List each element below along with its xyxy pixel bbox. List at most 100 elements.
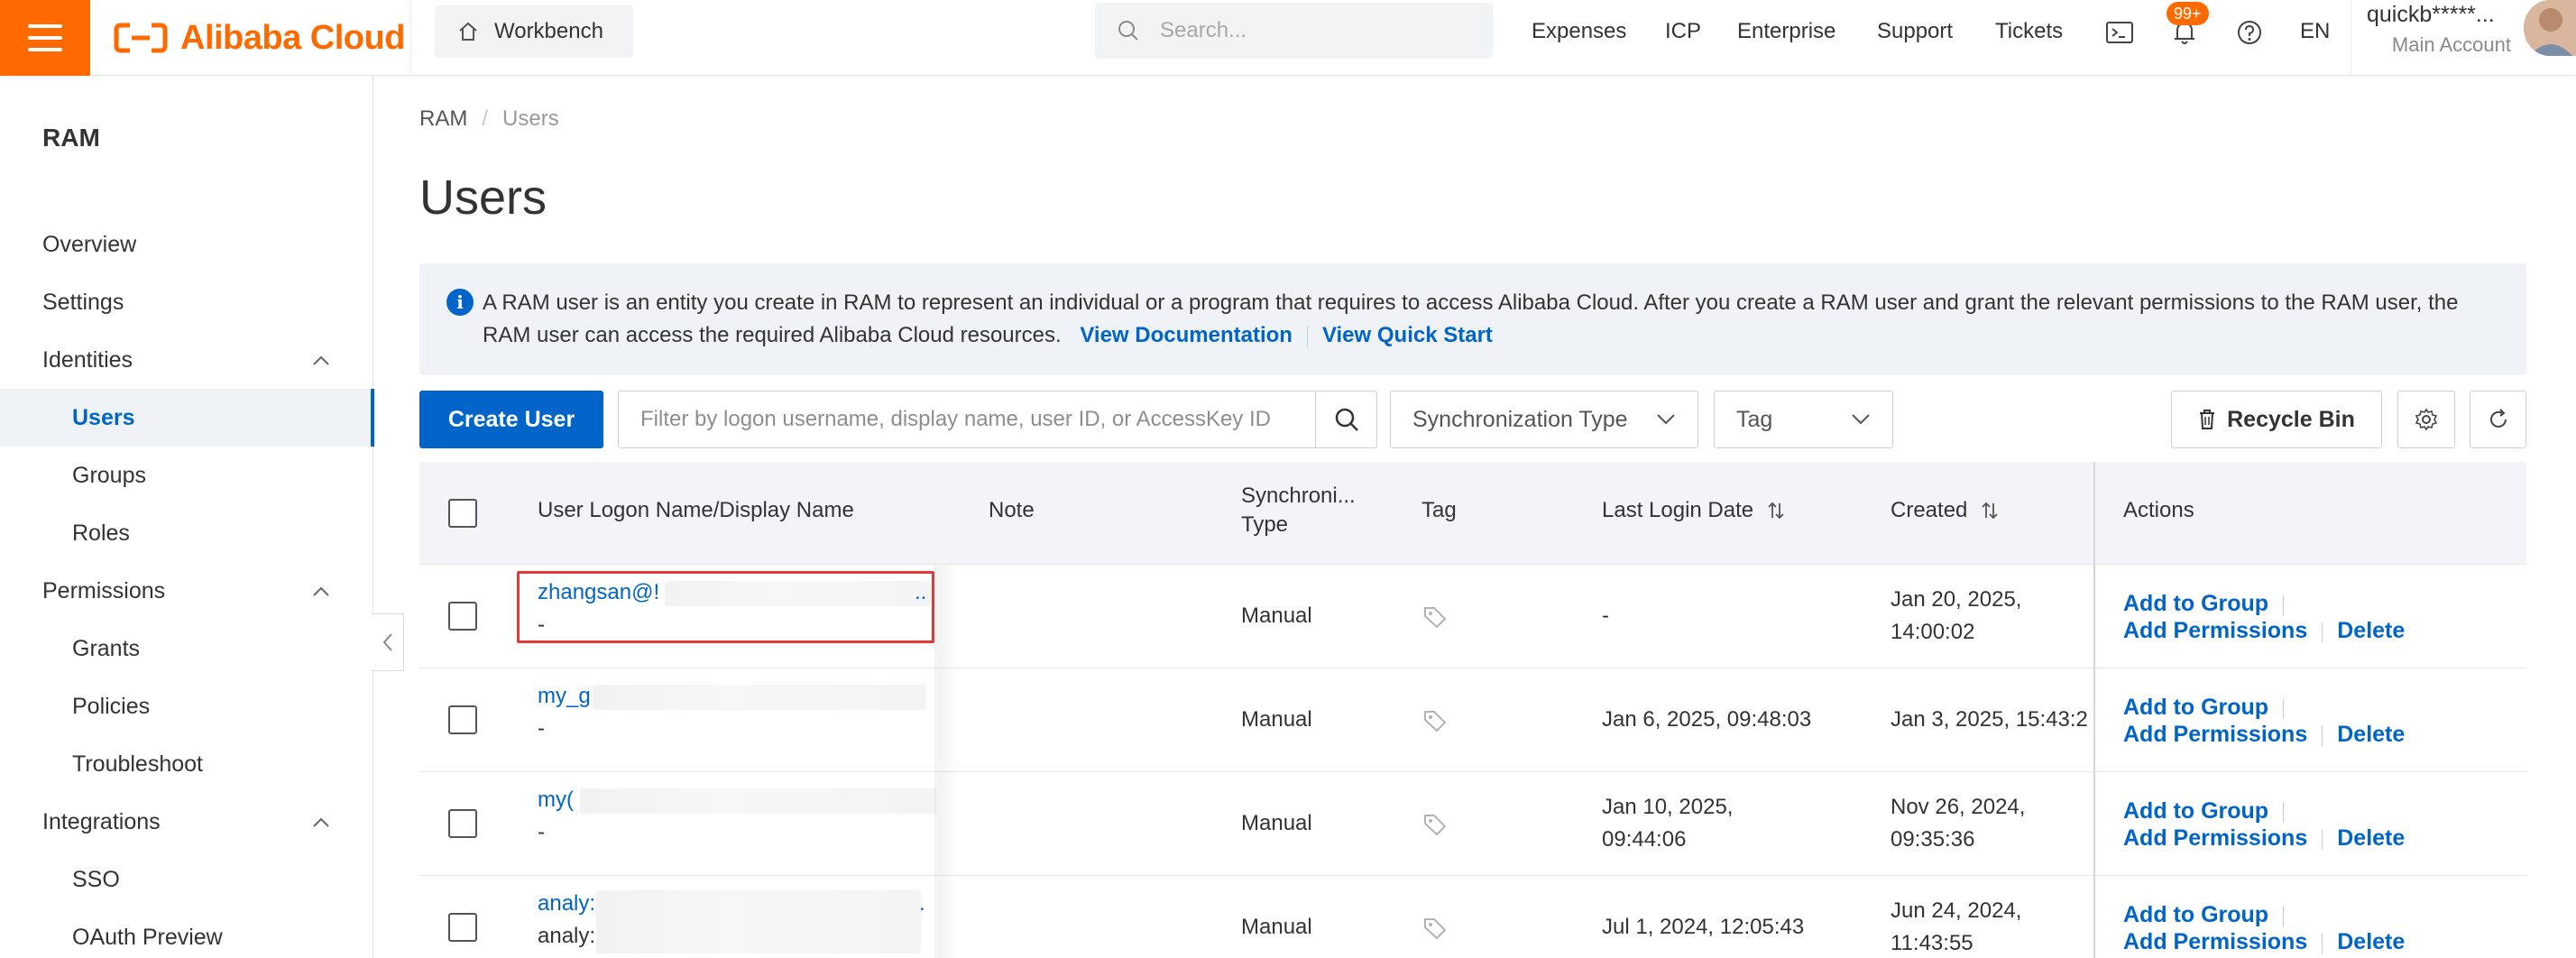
column-header-created[interactable]: Created <box>1891 498 2000 523</box>
tag-icon[interactable] <box>1422 916 1448 941</box>
add-permissions-link[interactable]: Add Permissions <box>2123 618 2307 643</box>
alibaba-cloud-logo-icon <box>114 23 168 53</box>
column-header-sync-line2: Type <box>1241 512 1289 537</box>
column-header-name: User Logon Name/Display Name <box>538 498 854 522</box>
add-to-group-link[interactable]: Add to Group <box>2123 695 2268 720</box>
page-title: Users <box>419 170 547 225</box>
sidebar-collapse-button[interactable] <box>372 613 404 671</box>
action-separator <box>2322 933 2323 953</box>
column-header-label: Last Login Date <box>1602 498 1754 522</box>
tag-icon[interactable] <box>1422 812 1448 837</box>
row-checkbox[interactable] <box>448 602 477 631</box>
last-login-date: Jul 1, 2024, 12:05:43 <box>1602 915 1805 939</box>
delete-link[interactable]: Delete <box>2337 722 2405 747</box>
info-icon: i <box>446 289 474 316</box>
table-row: my_g - Manual Jan 6, 2025, 09:48:03 Jan … <box>419 668 2526 772</box>
chevron-down-icon <box>1852 414 1870 425</box>
search-icon <box>1335 408 1358 431</box>
sidebar-group-identities[interactable]: Identities <box>0 331 373 389</box>
search-icon <box>1118 21 1138 41</box>
sidebar-item-label: Policies <box>72 693 151 719</box>
search-placeholder: Search... <box>1160 18 1247 42</box>
add-to-group-link[interactable]: Add to Group <box>2123 798 2268 824</box>
column-overlay-shadow <box>934 565 960 958</box>
add-to-group-link[interactable]: Add to Group <box>2123 902 2268 927</box>
delete-link[interactable]: Delete <box>2337 618 2405 643</box>
row-actions: Add Permissions Delete <box>2123 615 2405 647</box>
view-documentation-link[interactable]: View Documentation <box>1080 323 1293 347</box>
help-icon[interactable] <box>2231 14 2268 51</box>
last-login-time: 09:44:06 <box>1602 827 1687 852</box>
terminal-icon[interactable] <box>2102 14 2138 51</box>
sidebar-item-label: Users <box>72 404 135 430</box>
sync-type-select[interactable]: Synchronization Type <box>1390 391 1698 448</box>
hamburger-line <box>28 24 62 28</box>
sidebar-item-users[interactable]: Users <box>0 389 374 447</box>
nav-icp[interactable]: ICP <box>1665 0 1701 63</box>
delete-link[interactable]: Delete <box>2337 825 2405 851</box>
created-time: 09:35:36 <box>1891 827 1975 852</box>
view-quick-start-link[interactable]: View Quick Start <box>1322 323 1493 347</box>
last-login-date: Jan 10, 2025, <box>1602 795 1734 819</box>
row-checkbox[interactable] <box>448 705 477 734</box>
menu-toggle-button[interactable] <box>0 0 90 76</box>
nav-support[interactable]: Support <box>1877 0 1953 63</box>
tag-icon[interactable] <box>1422 708 1448 733</box>
sync-type: Manual <box>1241 707 1312 732</box>
create-user-button[interactable]: Create User <box>419 391 603 448</box>
global-search-input[interactable]: Search... <box>1095 3 1493 59</box>
user-filter-input[interactable]: Filter by logon username, display name, … <box>618 391 1377 448</box>
sidebar-item-sso[interactable]: SSO <box>0 851 373 908</box>
user-logon-name-link[interactable]: my_g <box>538 681 591 712</box>
logon-name-ellipsis: . <box>919 891 925 916</box>
add-permissions-link[interactable]: Add Permissions <box>2123 825 2307 851</box>
display-name: analy: <box>538 924 596 948</box>
sort-icon <box>1768 502 1784 520</box>
tag-icon[interactable] <box>1422 604 1448 630</box>
settings-button[interactable] <box>2397 391 2455 448</box>
sidebar-group-permissions[interactable]: Permissions <box>0 562 373 620</box>
language-switch[interactable]: EN <box>2300 0 2330 63</box>
sidebar-item-oauth-preview[interactable]: OAuth Preview <box>0 908 373 958</box>
sidebar-item-roles[interactable]: Roles <box>0 504 373 562</box>
breadcrumb-ram[interactable]: RAM <box>419 106 467 132</box>
user-logon-name-link[interactable]: analy: <box>538 889 595 919</box>
delete-link[interactable]: Delete <box>2337 929 2405 954</box>
nav-enterprise[interactable]: Enterprise <box>1737 0 1835 63</box>
account-type: Main Account <box>2391 33 2511 56</box>
sidebar-item-label: Troubleshoot <box>72 751 203 777</box>
sidebar-item-label: Identities <box>42 346 133 373</box>
add-permissions-link[interactable]: Add Permissions <box>2123 929 2307 954</box>
column-header-last-login[interactable]: Last Login Date <box>1602 498 1786 523</box>
brand-logo[interactable]: Alibaba Cloud <box>114 14 405 61</box>
trash-icon <box>2200 410 2215 429</box>
gear-icon <box>2415 408 2438 431</box>
filter-search-button[interactable] <box>1315 391 1376 447</box>
sidebar-item-policies[interactable]: Policies <box>0 677 373 735</box>
row-checkbox[interactable] <box>448 913 477 942</box>
sidebar-item-grants[interactable]: Grants <box>0 620 373 677</box>
nav-tickets[interactable]: Tickets <box>1995 0 2063 63</box>
user-logon-name-link[interactable]: my( <box>538 785 574 815</box>
row-actions: Add Permissions Delete <box>2123 719 2405 751</box>
sidebar-item-troubleshoot[interactable]: Troubleshoot <box>0 735 373 793</box>
sidebar-item-label: SSO <box>72 866 120 892</box>
add-to-group-link[interactable]: Add to Group <box>2123 591 2268 616</box>
row-checkbox[interactable] <box>448 809 477 838</box>
add-permissions-link[interactable]: Add Permissions <box>2123 722 2307 747</box>
nav-expenses[interactable]: Expenses <box>1532 0 1626 63</box>
tag-select[interactable]: Tag <box>1714 391 1893 448</box>
recycle-bin-button[interactable]: Recycle Bin <box>2171 391 2382 448</box>
sidebar-item-groups[interactable]: Groups <box>0 447 373 504</box>
refresh-button[interactable] <box>2470 391 2526 448</box>
sidebar-item-label: Grants <box>72 635 141 661</box>
account-menu[interactable]: quickb*****... Main Account <box>2367 2 2511 57</box>
sidebar-item-overview[interactable]: Overview <box>0 216 373 273</box>
redacted-text <box>593 685 926 710</box>
workbench-button[interactable]: Workbench <box>435 5 633 58</box>
select-all-checkbox[interactable] <box>448 499 477 528</box>
account-name: quickb*****... <box>2367 2 2495 27</box>
avatar[interactable] <box>2524 0 2576 56</box>
sidebar-item-settings[interactable]: Settings <box>0 273 373 331</box>
sidebar-group-integrations[interactable]: Integrations <box>0 793 373 851</box>
